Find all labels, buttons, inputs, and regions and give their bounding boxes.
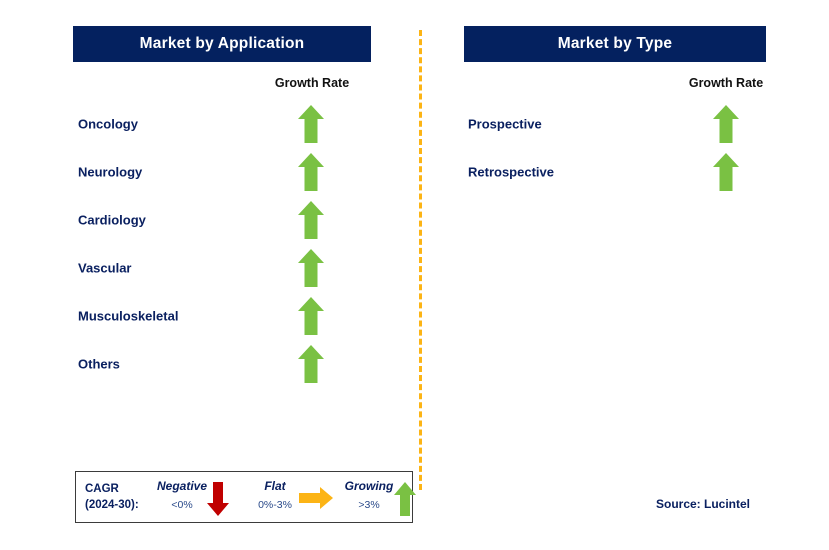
source-attribution: Source: Lucintel: [656, 497, 751, 511]
panel-market-by-type: Market by Type Growth Rate Prospective R…: [420, 0, 829, 550]
legend-cagr-label: CAGR (2024-30):: [85, 481, 139, 513]
table-row: Retrospective: [420, 148, 829, 196]
legend-cagr-box: CAGR (2024-30): Negative <0% Flat 0%-3%: [75, 471, 416, 523]
arrow-up-icon: [297, 104, 325, 144]
table-row: Vascular: [0, 244, 420, 292]
arrow-up-icon: [297, 248, 325, 288]
arrow-up-icon: [297, 152, 325, 192]
rows-market-by-application: Oncology Neurology Cardiology Vascular M…: [0, 0, 420, 550]
arrow-up-icon: [393, 481, 417, 517]
segment-label: Musculoskeletal: [78, 308, 179, 324]
arrow-right-icon: [298, 486, 334, 510]
arrow-up-icon: [297, 296, 325, 336]
table-row: Neurology: [0, 148, 420, 196]
segment-label: Others: [78, 356, 120, 372]
infographic-canvas: Market by Application Growth Rate Oncolo…: [0, 0, 829, 550]
table-row: Cardiology: [0, 196, 420, 244]
arrow-up-icon: [712, 104, 740, 144]
segment-label: Cardiology: [78, 212, 146, 228]
table-row: Musculoskeletal: [0, 292, 420, 340]
segment-label: Neurology: [78, 164, 143, 180]
segment-label: Prospective: [468, 116, 542, 132]
arrow-up-icon: [297, 200, 325, 240]
arrow-up-icon: [712, 152, 740, 192]
panel-market-by-application: Market by Application Growth Rate Oncolo…: [0, 0, 420, 550]
table-row: Oncology: [0, 100, 420, 148]
segment-label: Oncology: [78, 116, 138, 132]
arrow-up-icon: [297, 344, 325, 384]
arrow-down-icon: [206, 481, 230, 517]
table-row: Others: [0, 340, 420, 388]
legend-cagr-line2: (2024-30):: [85, 499, 139, 511]
table-row: Prospective: [420, 100, 829, 148]
legend-cagr-line1: CAGR: [85, 483, 119, 495]
segment-label: Retrospective: [468, 164, 554, 180]
rows-market-by-type: Prospective Retrospective: [420, 0, 829, 550]
segment-label: Vascular: [78, 260, 132, 276]
